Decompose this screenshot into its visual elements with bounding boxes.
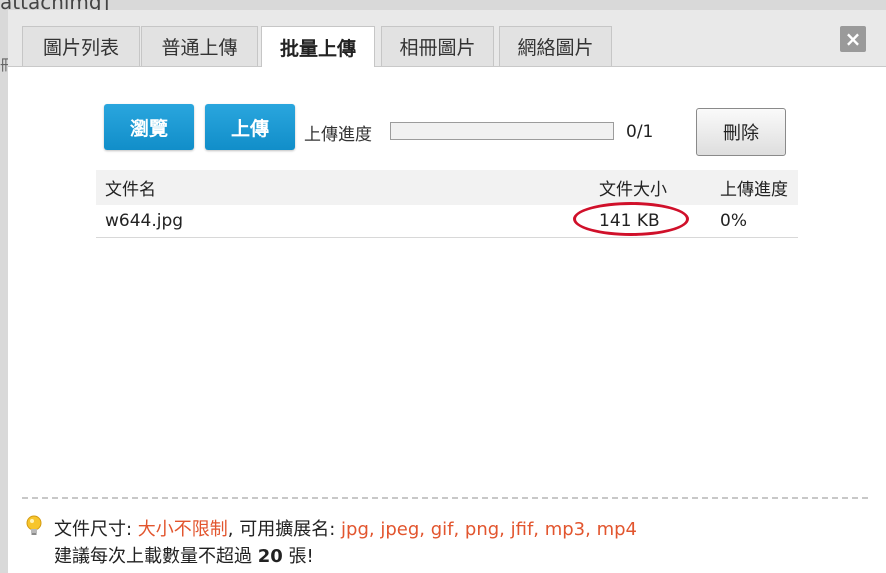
file-size: 141 KB <box>599 211 660 231</box>
file-name: w644.jpg <box>105 211 184 231</box>
header-file-name: 文件名 <box>105 180 156 200</box>
progress-count: 0/1 <box>626 122 654 142</box>
close-icon[interactable]: × <box>840 26 866 52</box>
progress-label: 上傳進度 <box>304 125 372 145</box>
footer-divider <box>22 497 868 499</box>
tab-web-images[interactable]: 網絡圖片 <box>499 26 612 66</box>
delete-button[interactable]: 刪除 <box>696 108 786 156</box>
advice-count: 20 <box>257 546 283 567</box>
tab-image-list[interactable]: 圖片列表 <box>22 26 140 66</box>
table-row[interactable]: w644.jpg 141 KB 0% <box>96 202 798 238</box>
extensions-label: , 可用擴展名: <box>227 519 342 540</box>
file-upload-progress: 0% <box>720 211 747 231</box>
file-table-header: 文件名 文件大小 上傳進度 <box>96 170 798 205</box>
advice-prefix: 建議每次上載數量不超過 <box>54 546 258 567</box>
browse-button[interactable]: 瀏覽 <box>104 104 194 150</box>
header-file-size: 文件大小 <box>599 180 667 200</box>
tab-batch-upload[interactable]: 批量上傳 <box>261 26 375 67</box>
upload-progress-bar <box>390 122 614 140</box>
tab-normal-upload[interactable]: 普通上傳 <box>141 26 258 66</box>
upload-dialog: 圖片列表 普通上傳 批量上傳 相冊圖片 網絡圖片 × 瀏覽 上傳 上傳進度 0/… <box>8 10 886 573</box>
upload-advice: 建議每次上載數量不超過 20 張! <box>54 542 314 568</box>
size-limit-value: 大小不限制 <box>137 519 228 540</box>
advice-suffix: 張! <box>282 546 314 567</box>
size-limit-label: 文件尺寸: <box>54 519 138 540</box>
tab-album-images[interactable]: 相冊圖片 <box>381 26 494 66</box>
upload-button[interactable]: 上傳 <box>205 104 295 150</box>
extensions-value: jpg, jpeg, gif, png, jfif, mp3, mp4 <box>341 519 637 540</box>
tab-bar: 圖片列表 普通上傳 批量上傳 相冊圖片 網絡圖片 × <box>8 10 886 67</box>
lightbulb-icon <box>26 515 42 535</box>
header-upload-progress: 上傳進度 <box>720 180 788 200</box>
file-size-info: 文件尺寸: 大小不限制, 可用擴展名: jpg, jpeg, gif, png,… <box>54 515 637 541</box>
